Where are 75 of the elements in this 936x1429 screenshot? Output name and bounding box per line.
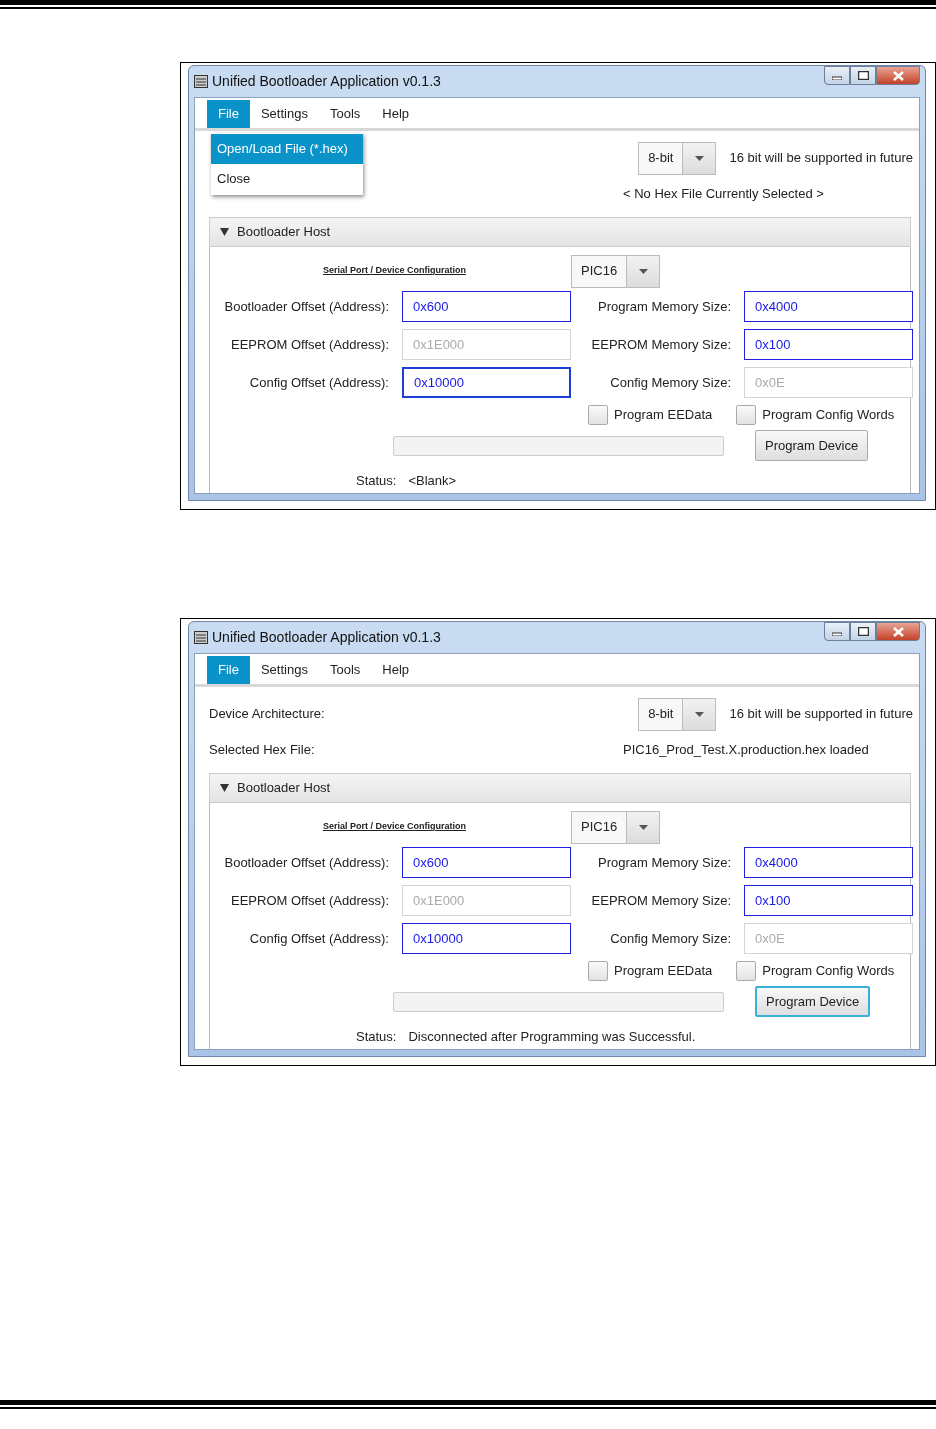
app-icon xyxy=(194,75,208,88)
field-label: EEPROM Offset (Address): xyxy=(230,335,389,354)
field-label: Config Memory Size: xyxy=(609,929,731,948)
program-device-button[interactable]: Program Device xyxy=(755,986,871,1017)
checkbox[interactable] xyxy=(588,961,608,981)
minimize-button[interactable] xyxy=(824,622,850,641)
field-label: Bootloader Offset (Address): xyxy=(223,297,389,316)
checkbox-label: Program Config Words xyxy=(762,962,895,981)
caret-icon xyxy=(694,711,704,717)
field-label: Selected Hex File: xyxy=(209,741,315,760)
caret-icon xyxy=(694,155,704,161)
field-label: Bootloader Offset (Address): xyxy=(223,853,389,872)
close-icon xyxy=(892,70,904,81)
config-link[interactable]: Serial Port / Device Configuration xyxy=(218,820,571,834)
input-field[interactable]: 0x4000 xyxy=(744,847,913,878)
input-field[interactable]: 0x10000 xyxy=(402,923,571,954)
architecture-dropdown[interactable]: 8-bit xyxy=(638,141,717,175)
device-dropdown[interactable]: PIC16 xyxy=(571,254,661,288)
close-button[interactable] xyxy=(876,622,920,641)
caret-icon xyxy=(638,268,648,274)
input-field[interactable]: 0x4000 xyxy=(744,291,913,322)
checkbox[interactable] xyxy=(736,405,757,425)
window-title: Unified Bootloader Application v0.1.3 xyxy=(212,72,441,91)
caret-icon xyxy=(638,824,648,830)
field-label: EEPROM Memory Size: xyxy=(590,335,731,354)
note-text: 16 bit will be supported in future xyxy=(729,705,913,724)
input-field[interactable]: 0x100 xyxy=(744,329,913,360)
status-text: Disconnected after Programming was Successful. xyxy=(408,1028,696,1046)
menu-item[interactable]: Settings xyxy=(249,656,319,684)
app-icon xyxy=(194,631,208,644)
menu-item[interactable]: Help xyxy=(371,656,421,684)
checkbox[interactable] xyxy=(588,405,608,425)
close-button[interactable] xyxy=(876,66,920,85)
input-field[interactable]: 0x100 xyxy=(744,885,913,916)
menu-item[interactable]: Tools xyxy=(318,100,372,128)
checkbox-label: Program EEData xyxy=(614,962,713,981)
hex-file-text: < No Hex File Currently Selected > xyxy=(623,185,825,204)
field-label: Config Memory Size: xyxy=(609,373,731,392)
field-label: EEPROM Memory Size: xyxy=(590,891,731,910)
input-field[interactable]: 0x600 xyxy=(402,847,571,878)
program-device-button[interactable]: Program Device xyxy=(755,430,869,461)
close-icon xyxy=(892,626,904,637)
menu-item[interactable]: Tools xyxy=(318,656,372,684)
checkbox[interactable] xyxy=(736,961,757,981)
menu-item[interactable]: Help xyxy=(371,100,421,128)
field-label: Program Memory Size: xyxy=(597,297,731,316)
minimize-button[interactable] xyxy=(824,66,850,85)
config-link[interactable]: Serial Port / Device Configuration xyxy=(218,264,571,278)
status-label: Status: xyxy=(356,472,397,490)
menu-option[interactable]: Close xyxy=(211,164,363,194)
checkbox-label: Program Config Words xyxy=(762,406,895,425)
field-label: Program Memory Size: xyxy=(597,853,731,872)
field-label: EEPROM Offset (Address): xyxy=(230,891,389,910)
hex-file-text: PIC16_Prod_Test.X.production.hex loaded xyxy=(623,741,870,760)
menu-item[interactable]: Settings xyxy=(249,100,319,128)
status-text: <Blank> xyxy=(408,472,457,490)
window-title: Unified Bootloader Application v0.1.3 xyxy=(212,628,441,647)
maximize-icon xyxy=(857,627,869,636)
section-header[interactable]: Bootloader Host xyxy=(209,217,911,247)
section-header[interactable]: Bootloader Host xyxy=(209,773,911,803)
input-field[interactable]: 0x600 xyxy=(402,291,571,322)
checkbox-label: Program EEData xyxy=(614,406,713,425)
input-field[interactable]: 0x10000 xyxy=(402,367,571,398)
maximize-button[interactable] xyxy=(850,66,876,85)
architecture-dropdown[interactable]: 8-bit xyxy=(638,697,717,731)
maximize-button[interactable] xyxy=(850,622,876,641)
field-label: Config Offset (Address): xyxy=(248,373,389,392)
maximize-icon xyxy=(857,71,869,80)
status-label: Status: xyxy=(356,1028,397,1046)
device-dropdown[interactable]: PIC16 xyxy=(571,810,661,844)
section-title: Bootloader Host xyxy=(237,779,331,798)
field-label: Config Offset (Address): xyxy=(248,929,389,948)
field-label: Device Architecture: xyxy=(209,705,325,724)
note-text: 16 bit will be supported in future xyxy=(729,149,913,168)
section-title: Bootloader Host xyxy=(237,223,331,242)
